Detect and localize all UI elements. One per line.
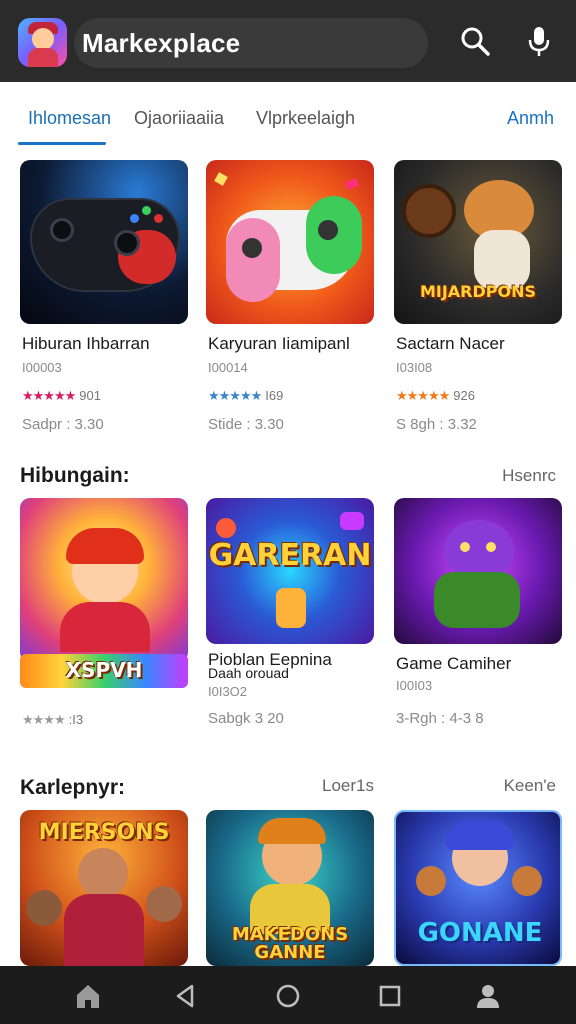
app-rating: ★★★★★ 926 [396, 388, 475, 404]
thumbnail-art-text: MIJARDPONS [419, 282, 537, 301]
rating-count: I69 [265, 388, 284, 403]
app-card[interactable]: MIERSONS [20, 810, 188, 966]
app-rating: ★★★★:I3 [22, 712, 83, 728]
rating-stars-icon: ★★★★★ [208, 388, 262, 403]
tab-home[interactable]: Ihlomesan [28, 108, 111, 129]
app-title-secondary: Daah orouad [208, 665, 289, 681]
app-thumbnail-controller [20, 160, 188, 324]
app-subtitle: I00014 [208, 360, 248, 375]
rating-stars-icon: ★★★★★ [22, 388, 76, 403]
section-see-more-link[interactable]: Loer1s [322, 776, 374, 796]
app-rating: ★★★★★ 901 [22, 388, 101, 404]
app-subtitle: I00003 [22, 360, 62, 375]
section-title: Karlepnyr: [20, 776, 126, 799]
rating-stars-icon: ★★★★ [22, 712, 66, 727]
thumbnail-art-text: XSPVH [65, 658, 143, 682]
app-card[interactable]: Karyuran Iiamipanl I00014 ★★★★★ I69 Stide… [206, 160, 374, 440]
app-card[interactable]: Game Camiher I00I03 3-Rgh : 4-3 8 [394, 498, 562, 738]
home-circle-icon[interactable] [274, 982, 302, 1010]
tab-categories[interactable]: Ojaoriiaaiia [134, 108, 224, 129]
app-title: Karyuran Iiamipanl [208, 334, 350, 353]
top-app-bar: Markexplace [0, 0, 576, 82]
app-title: Markexplace [82, 28, 241, 58]
search-icon[interactable] [458, 24, 492, 58]
app-card[interactable]: MIJARDPONS Sactarn Nacer I03I08 ★★★★★ 926… [394, 160, 562, 440]
app-meta: Sabgk 3 20 [208, 710, 284, 727]
thumbnail-art-text: MIERSONS [38, 820, 170, 845]
tab-bar: Ihlomesan Ojaoriiaaiia Vlprkeelaigh Anmh [0, 82, 576, 148]
app-subtitle: I03I08 [396, 360, 433, 375]
tab-more[interactable]: Anmh [507, 108, 554, 129]
app-meta: Stide : 3.30 [208, 416, 284, 433]
app-subtitle: I00I03 [396, 678, 433, 693]
rating-count: 901 [79, 388, 101, 403]
app-thumbnail-group-characters: MIERSONS [20, 810, 188, 966]
rating-stars-icon: ★★★★★ [396, 388, 450, 403]
app-thumbnail-purple-cat [394, 498, 562, 644]
tab-active-indicator [18, 142, 106, 145]
rating-count: 926 [453, 388, 475, 403]
thumbnail-art-text: GONANE [417, 918, 543, 948]
app-meta: S 8gh : 3.32 [396, 416, 477, 433]
section-see-more-link[interactable]: Keen'e [504, 776, 556, 796]
app-meta: 3-Rgh : 4-3 8 [396, 710, 484, 727]
app-thumbnail-gareran: GARERAN [206, 498, 374, 644]
app-thumbnail-makedons: MAKEDONS GANNE [206, 810, 374, 966]
thumbnail-art-text: GARERAN [208, 538, 372, 573]
app-meta: Sadpr : 3.30 [22, 416, 104, 433]
mic-icon[interactable] [522, 24, 556, 58]
app-card[interactable]: GONANE [394, 810, 562, 966]
bottom-navigation-bar [0, 966, 576, 1024]
app-thumbnail-gonane: GONANE [394, 810, 562, 966]
app-card[interactable]: Hiburan Ihbarran I00003 ★★★★★ 901 Sadpr :… [20, 160, 188, 440]
app-icon[interactable] [18, 18, 67, 67]
thumbnail-art-text: MAKEDONS GANNE [231, 924, 349, 963]
section-see-more-link[interactable]: Hsenrc [502, 466, 556, 486]
app-thumbnail-controller-colorful [206, 160, 374, 324]
app-title: Hiburan Ihbarran [22, 334, 150, 353]
tab-marketplace[interactable]: Vlprkeelaigh [256, 108, 355, 129]
back-icon[interactable] [172, 982, 200, 1010]
recents-icon[interactable] [376, 982, 404, 1010]
app-card[interactable]: GARERAN Pioblan Eepnina Daah orouad I0I3… [206, 498, 374, 738]
rating-count: :I3 [68, 712, 84, 727]
profile-icon[interactable] [474, 982, 502, 1010]
home-icon[interactable] [74, 982, 102, 1010]
section-title: Hibungain: [20, 464, 130, 487]
app-thumbnail-boy-character [20, 498, 188, 662]
app-card[interactable]: MAKEDONS GANNE [206, 810, 374, 966]
app-subtitle: I0I3O2 [208, 684, 248, 699]
app-thumbnail-cat-character: MIJARDPONS [394, 160, 562, 324]
app-title: Sactarn Nacer [396, 334, 505, 353]
app-rating: ★★★★★ I69 [208, 388, 283, 404]
app-title: Game Camiher [396, 654, 512, 673]
app-card[interactable]: XSPVH ★★★★:I3 [20, 498, 188, 738]
